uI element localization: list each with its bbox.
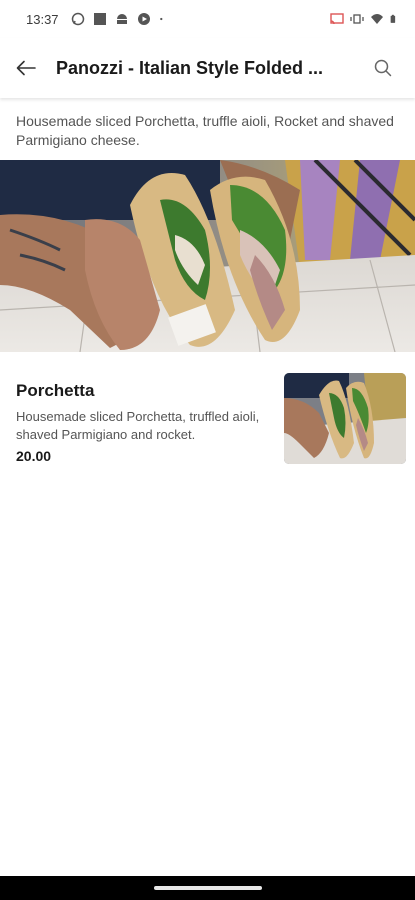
page-title: Panozzi - Italian Style Folded ... [56,57,324,78]
status-right [330,12,399,26]
arrow-left-icon [16,60,36,76]
back-button[interactable] [0,38,52,98]
wifi-icon [371,14,383,24]
menu-item[interactable]: Porchetta Housemade sliced Porchetta, tr… [0,372,415,472]
whatsapp-icon [71,12,84,26]
status-left: 13:37 [26,12,167,27]
dot-icon [159,17,162,21]
item-thumbnail[interactable] [284,373,406,464]
system-nav-bar [0,876,415,900]
sandwich-photo [0,160,415,352]
item-description: Housemade sliced Porchetta, truffled aio… [16,409,260,442]
android-icon [116,14,127,24]
home-gesture-pill[interactable] [153,886,262,890]
category-hero-image [0,160,415,352]
cast-icon [330,13,344,25]
category-description: Housemade sliced Porchetta, truffle aiol… [16,113,394,148]
battery-icon [390,14,396,23]
status-bar: 13:37 [0,0,415,38]
app-bar: Panozzi - Italian Style Folded ... [0,38,415,98]
play-icon [137,13,150,25]
square-app-icon [93,13,106,25]
item-name: Porchetta [16,381,95,400]
status-time: 13:37 [26,11,59,27]
sandwich-thumbnail-photo [284,373,406,464]
item-price: 20.00 [16,448,52,464]
vibrate-icon [350,14,364,24]
search-icon [374,59,392,77]
search-button[interactable] [363,38,403,98]
